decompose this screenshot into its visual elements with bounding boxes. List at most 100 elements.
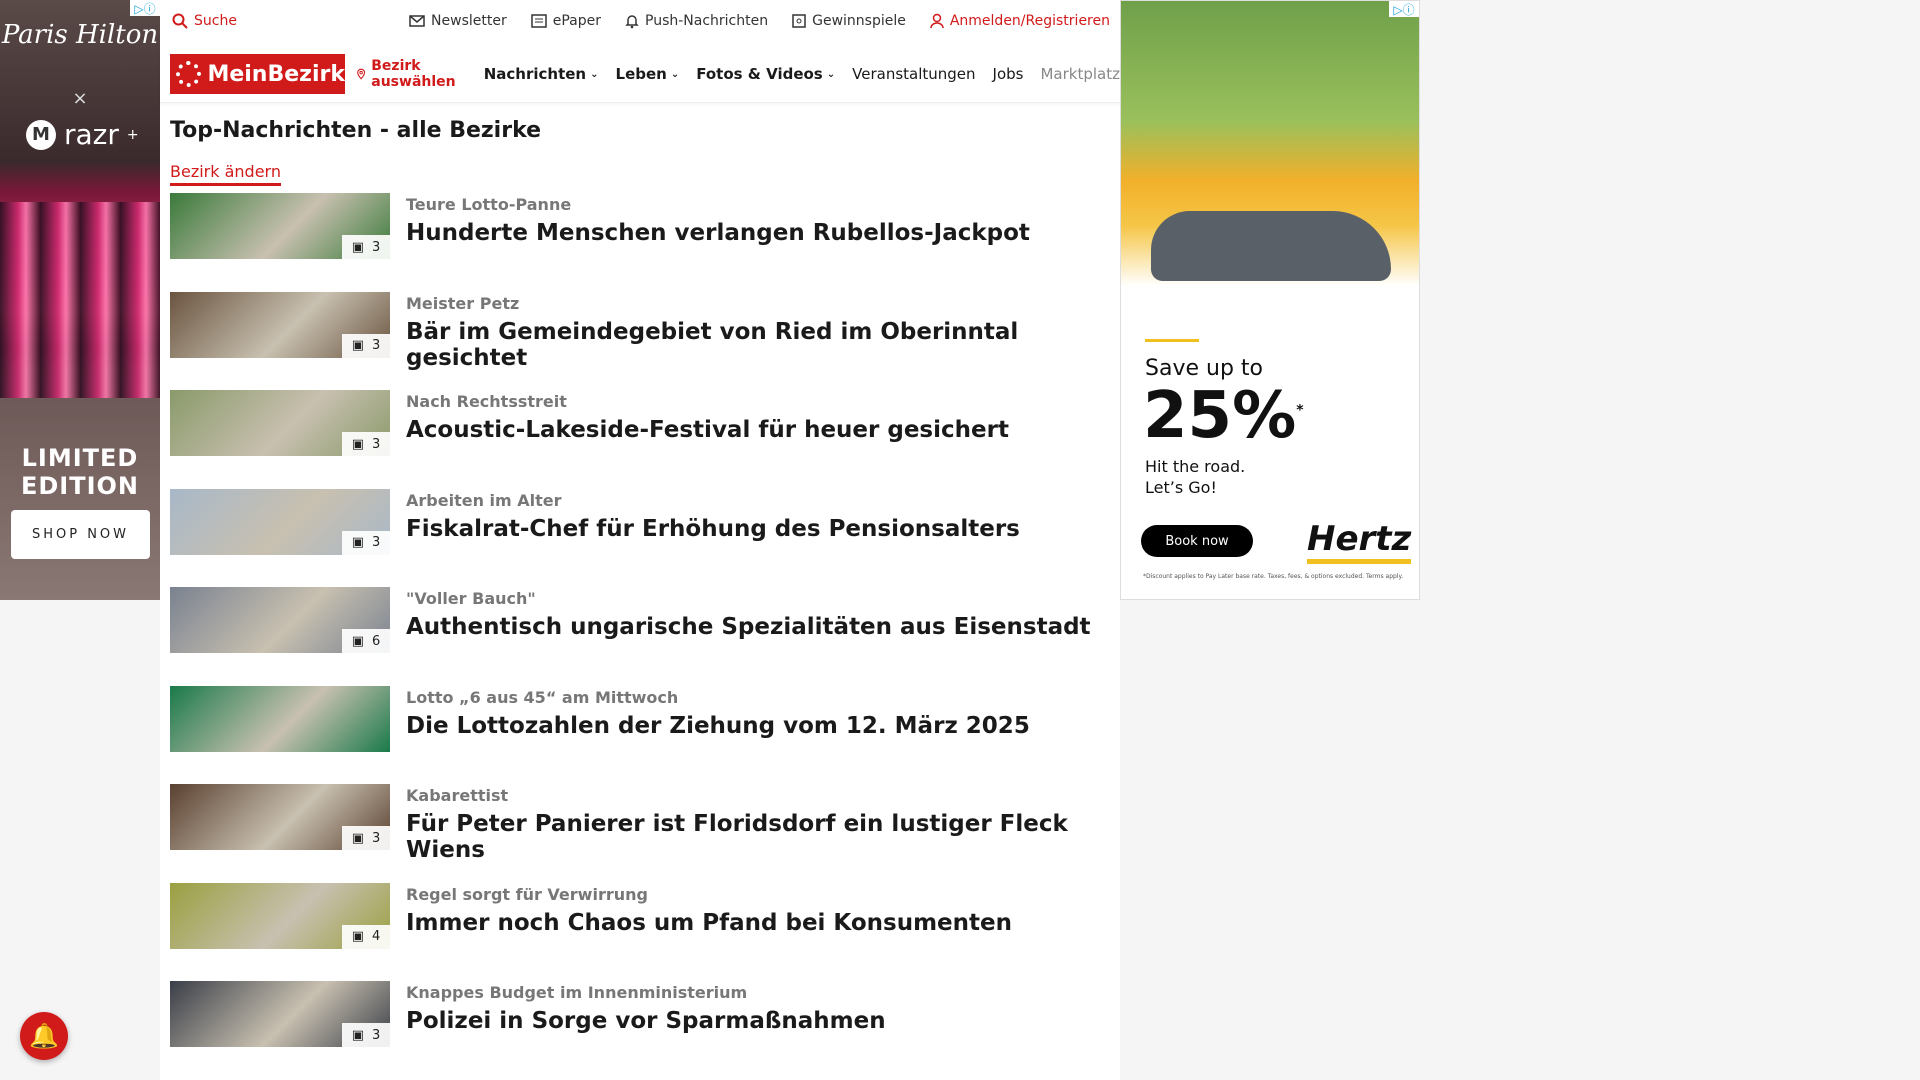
ad-book-now-button[interactable]: Book now bbox=[1141, 525, 1253, 557]
ad-limited-text: LIMITED EDITION bbox=[20, 444, 140, 500]
article-thumbnail[interactable]: ▣ 3 bbox=[170, 390, 390, 456]
article-row[interactable]: ▣ 3 Teure Lotto-Panne Hunderte Menschen ver… bbox=[170, 193, 1110, 259]
gewinnspiele-link[interactable]: Gewinnspiele bbox=[792, 13, 906, 29]
gallery-icon: ▣ bbox=[351, 338, 364, 353]
ad-asterisk: * bbox=[1296, 402, 1304, 419]
article-headline[interactable]: Die Lottozahlen der Ziehung vom 12. März… bbox=[406, 713, 1030, 739]
gallery-icon: ▣ bbox=[351, 633, 364, 649]
photo-count-badge: ▣ 3 bbox=[342, 530, 390, 555]
nav-item-leben[interactable]: Leben ⌄ bbox=[616, 65, 680, 83]
bezirk-select-link[interactable]: Bezirk auswählen bbox=[357, 58, 467, 90]
photo-count: 3 bbox=[372, 535, 381, 550]
article-text: Knappes Budget im Innenministerium Polize… bbox=[406, 981, 886, 1047]
notification-bell-button[interactable]: 🔔 bbox=[20, 1012, 68, 1060]
gallery-icon: ▣ bbox=[351, 830, 364, 846]
article-kicker: Regel sorgt für Verwirrung bbox=[406, 884, 648, 904]
article-row[interactable]: Lotto „6 aus 45“ am Mittwoch Die Lottozah… bbox=[170, 685, 1110, 752]
site-logo[interactable]: MeinBezirk bbox=[170, 54, 345, 94]
newsletter-label: Newsletter bbox=[431, 13, 507, 29]
article-headline[interactable]: Polizei in Sorge vor Sparmaßnahmen bbox=[406, 1008, 886, 1034]
article-text: Arbeiten im Alter Fiskalrat-Chef für Erhö… bbox=[406, 489, 1020, 555]
photo-count: 3 bbox=[372, 1027, 381, 1043]
logo-sun-icon bbox=[176, 61, 202, 87]
photo-count: 3 bbox=[372, 830, 381, 846]
gallery-icon: ▣ bbox=[351, 436, 364, 452]
motorola-icon: M bbox=[26, 119, 56, 150]
article-thumbnail[interactable] bbox=[170, 685, 390, 752]
article-text: Lotto „6 aus 45“ am Mittwoch Die Lottozah… bbox=[406, 686, 1030, 752]
nav-item-jobs[interactable]: Jobs bbox=[993, 65, 1024, 83]
article-thumbnail[interactable]: ▣ 6 bbox=[170, 587, 390, 653]
article-row[interactable]: ▣ 3 Meister Petz Bär im Gemeindegebiet von … bbox=[170, 291, 1110, 371]
article-thumbnail[interactable]: ▣ 3 bbox=[170, 488, 390, 555]
epaper-label: ePaper bbox=[552, 13, 601, 29]
search-icon bbox=[172, 13, 188, 29]
main-column: Suche Newsletter ePaper Push-Nachrichten… bbox=[160, 0, 1120, 1080]
article-thumbnail[interactable]: ▣ 4 bbox=[170, 882, 390, 949]
photo-count: 3 bbox=[372, 239, 381, 255]
push-link[interactable]: Push-Nachrichten bbox=[625, 13, 768, 29]
login-link[interactable]: Anmelden/Registrieren bbox=[930, 13, 1110, 29]
nav-item-fotos-videos[interactable]: Fotos & Videos ⌄ bbox=[696, 65, 835, 83]
photo-count: 6 bbox=[372, 633, 381, 649]
article-thumbnail[interactable]: ▣ 3 bbox=[170, 291, 390, 358]
newsletter-link[interactable]: Newsletter bbox=[409, 13, 507, 29]
right-advertisement[interactable]: ▷ⓘ Save up to 25%* Hit the road. Let’s G… bbox=[1120, 0, 1420, 600]
article-thumbnail[interactable]: ▣ 3 bbox=[170, 784, 390, 850]
article-headline[interactable]: Hunderte Menschen verlangen Rubellos-Jac… bbox=[406, 220, 1030, 246]
ad-collab-x: × bbox=[72, 88, 88, 109]
ad-car-image bbox=[1151, 211, 1391, 281]
ad-product-image bbox=[0, 202, 160, 398]
gallery-icon: ▣ bbox=[351, 535, 364, 550]
article-kicker: "Voller Bauch" bbox=[406, 589, 536, 608]
article-headline[interactable]: Authentisch ungarische Spezialitäten aus… bbox=[406, 614, 1091, 640]
location-pin-icon bbox=[357, 68, 366, 80]
article-row[interactable]: ▣ 3 Kabarettist Für Peter Panierer ist Flor… bbox=[170, 784, 1110, 863]
top-utility-bar: Suche Newsletter ePaper Push-Nachrichten… bbox=[160, 0, 1120, 46]
article-thumbnail[interactable]: ▣ 3 bbox=[170, 981, 390, 1047]
gift-icon bbox=[792, 14, 806, 28]
bell-icon bbox=[625, 15, 639, 29]
search-link[interactable]: Suche bbox=[172, 13, 237, 29]
chevron-down-icon: ⌄ bbox=[670, 68, 680, 80]
nav-label: Nachrichten bbox=[483, 65, 587, 83]
nav-item-veranstaltungen[interactable]: Veranstaltungen bbox=[852, 65, 975, 83]
article-headline[interactable]: Bär im Gemeindegebiet von Ried im Oberin… bbox=[406, 319, 1110, 371]
photo-count-badge: ▣ 3 bbox=[342, 1023, 390, 1047]
article-row[interactable]: ▣ 3 Knappes Budget im Innenministerium Poli… bbox=[170, 981, 1110, 1047]
article-row[interactable]: ▣ 3 Nach Rechtsstreit Acoustic-Lakeside-Fes… bbox=[170, 390, 1110, 456]
nav-item-nachrichten[interactable]: Nachrichten ⌄ bbox=[484, 65, 599, 83]
article-headline[interactable]: Immer noch Chaos um Pfand bei Konsumente… bbox=[406, 910, 1012, 936]
chevron-down-icon: ⌄ bbox=[826, 68, 836, 80]
photo-count: 4 bbox=[372, 929, 381, 944]
article-kicker: Teure Lotto-Panne bbox=[406, 195, 572, 214]
ad-choices-icon[interactable]: ▷ⓘ bbox=[130, 0, 160, 16]
article-text: Nach Rechtsstreit Acoustic-Lakeside-Festi… bbox=[406, 390, 1009, 456]
nav-label: Leben bbox=[615, 65, 667, 83]
article-row[interactable]: ▣ 4 Regel sorgt für Verwirrung Immer noch C… bbox=[170, 882, 1110, 949]
left-advertisement[interactable]: ▷ⓘ Paris Hilton × M razr + LIMITED EDITIO… bbox=[0, 0, 160, 600]
article-text: Teure Lotto-Panne Hunderte Menschen verla… bbox=[406, 193, 1030, 259]
article-headline[interactable]: Fiskalrat-Chef für Erhöhung des Pensions… bbox=[406, 516, 1020, 542]
ad-choices-icon[interactable]: ▷ⓘ bbox=[1389, 1, 1419, 17]
article-headline[interactable]: Für Peter Panierer ist Floridsdorf ein l… bbox=[406, 811, 1110, 863]
ad-tagline-line1: Hit the road. bbox=[1145, 457, 1246, 476]
epaper-link[interactable]: ePaper bbox=[530, 13, 601, 29]
user-icon bbox=[930, 13, 944, 29]
article-row[interactable]: ▣ 3 Arbeiten im Alter Fiskalrat-Chef für Er… bbox=[170, 488, 1110, 555]
article-row[interactable]: ▣ 6 "Voller Bauch" Authentisch ungarische S… bbox=[170, 587, 1110, 653]
photo-count-badge: ▣ 3 bbox=[342, 333, 390, 358]
article-thumbnail[interactable]: ▣ 3 bbox=[170, 193, 390, 259]
nav-item-marktplatz[interactable]: Marktplatz bbox=[1040, 65, 1120, 83]
article-text: Regel sorgt für Verwirrung Immer noch Cha… bbox=[406, 883, 1012, 949]
ad-shop-now-button[interactable]: SHOP NOW bbox=[11, 510, 150, 559]
gallery-icon: ▣ bbox=[351, 1027, 364, 1043]
article-text: Meister Petz Bär im Gemeindegebiet von Ri… bbox=[406, 292, 1110, 371]
chevron-down-icon: ⌄ bbox=[590, 68, 599, 80]
change-bezirk-link[interactable]: Bezirk ändern bbox=[170, 162, 281, 186]
article-headline[interactable]: Acoustic-Lakeside-Festival für heuer ges… bbox=[406, 417, 1009, 443]
article-text: "Voller Bauch" Authentisch ungarische Spe… bbox=[406, 587, 1091, 653]
article-kicker: Arbeiten im Alter bbox=[406, 490, 562, 510]
article-kicker: Kabarettist bbox=[406, 786, 509, 805]
ad-save-text: Save up to bbox=[1145, 356, 1263, 381]
